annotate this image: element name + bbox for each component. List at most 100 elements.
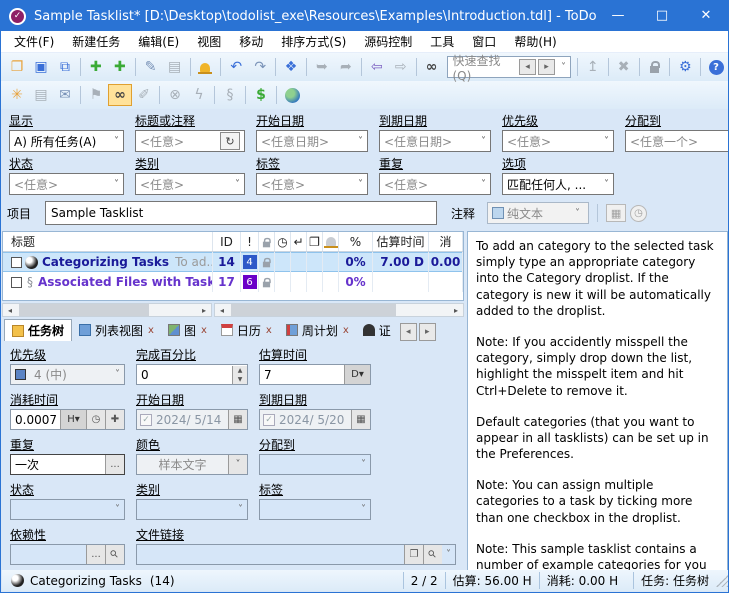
flag-icon[interactable]: ⚑ bbox=[84, 84, 108, 106]
filter-category-combo[interactable]: <任意> ˅ bbox=[135, 173, 245, 195]
nav-back-icon[interactable]: ⇦ bbox=[365, 56, 389, 78]
insert-time-icon[interactable]: ◷ bbox=[630, 205, 647, 222]
password-lock-icon[interactable] bbox=[642, 56, 666, 78]
menu-sort[interactable]: 排序方式(S) bbox=[272, 31, 355, 53]
donate-icon[interactable]: $ bbox=[249, 84, 273, 106]
task-row[interactable]: Categorizing Tasks To ad... 14 4 0% 7.00… bbox=[3, 252, 463, 272]
refresh-icon[interactable]: ↻ bbox=[220, 132, 240, 150]
filter-status-combo[interactable]: <任意> ˅ bbox=[9, 173, 124, 195]
column-recurrence-icon[interactable]: ↵ bbox=[291, 232, 307, 251]
lightning-icon[interactable]: ϟ bbox=[187, 84, 211, 106]
filter-title-input[interactable]: <任意> ↻ bbox=[135, 130, 245, 152]
spent-unit-button[interactable]: H▾ bbox=[60, 410, 86, 429]
tabs-scroll-left-icon[interactable]: ◂ bbox=[400, 323, 417, 341]
filter-due-date-combo[interactable]: <任意日期> ˅ bbox=[379, 130, 491, 152]
priority-combo[interactable]: 4 (中) ˅ bbox=[10, 364, 125, 385]
column-spent[interactable]: 消 bbox=[429, 232, 463, 251]
dependency-input[interactable]: ... ⚲ bbox=[10, 544, 125, 565]
insert-date-icon[interactable]: ▦ bbox=[606, 204, 626, 222]
task-title[interactable]: Categorizing Tasks bbox=[42, 255, 169, 269]
percent-input[interactable]: 0 ▲ ▼ bbox=[136, 364, 248, 385]
filter-start-date-combo[interactable]: <任意日期> ˅ bbox=[256, 130, 368, 152]
task-row[interactable]: § Associated Files with Tasks 17 6 0% bbox=[3, 272, 463, 292]
column-priority-icon[interactable]: ! bbox=[241, 232, 259, 251]
redo-icon[interactable]: ↷ bbox=[248, 56, 272, 78]
sort-icon[interactable]: ↥ bbox=[581, 56, 605, 78]
menu-window[interactable]: 窗口 bbox=[463, 31, 505, 53]
date-checkbox[interactable]: ✓ bbox=[140, 414, 152, 426]
menu-new-task[interactable]: 新建任务 bbox=[63, 31, 129, 53]
ellipsis-button[interactable]: ... bbox=[86, 545, 105, 564]
menu-view[interactable]: 视图 bbox=[188, 31, 230, 53]
menu-tools[interactable]: 工具 bbox=[421, 31, 463, 53]
filter-recurrence-combo[interactable]: <任意> ˅ bbox=[379, 173, 491, 195]
maximize-button[interactable]: □ bbox=[640, 1, 684, 31]
close-tab-icon[interactable]: x bbox=[148, 325, 154, 336]
status-combo[interactable]: ˅ bbox=[10, 499, 125, 520]
estimate-input[interactable]: 7 D▾ bbox=[259, 364, 371, 385]
title-bar[interactable]: ✓ Sample Tasklist* [D:\Desktop\todolist_… bbox=[1, 1, 728, 31]
menu-move[interactable]: 移动 bbox=[230, 31, 272, 53]
scroll-right-icon[interactable]: ▸ bbox=[449, 306, 463, 315]
project-input[interactable]: Sample Tasklist bbox=[45, 201, 437, 225]
column-reminder-icon[interactable] bbox=[323, 232, 339, 251]
tab-week-planner[interactable]: 周计划 x bbox=[279, 319, 356, 341]
browse-folder-icon[interactable]: ❐ bbox=[404, 545, 423, 564]
spin-up-icon[interactable]: ▲ bbox=[233, 366, 247, 375]
move-task-right-icon[interactable]: ➥ bbox=[310, 56, 334, 78]
task-title[interactable]: Associated Files with Tasks bbox=[38, 275, 213, 289]
minimize-button[interactable]: — bbox=[596, 1, 640, 31]
assigned-combo[interactable]: ˅ bbox=[259, 454, 371, 475]
menu-file[interactable]: 文件(F) bbox=[5, 31, 63, 53]
column-estimate[interactable]: 估算时间 bbox=[373, 232, 429, 251]
track-time-icon[interactable]: ◷ bbox=[86, 410, 105, 429]
cleanup-brush-icon[interactable]: ✐ bbox=[132, 84, 156, 106]
due-date-input[interactable]: ✓ 2024/ 5/20 ▦ bbox=[259, 409, 371, 430]
open-tasklist-icon[interactable]: ❐ bbox=[5, 56, 29, 78]
save-all-icon[interactable]: ⧉ bbox=[53, 56, 77, 78]
ellipsis-button[interactable]: ... bbox=[105, 455, 124, 474]
chevron-down-icon[interactable]: ˅ bbox=[557, 62, 570, 73]
cancel-icon[interactable]: ⊗ bbox=[163, 84, 187, 106]
file-link-input[interactable]: ❐ ⚲ ˅ bbox=[136, 544, 456, 565]
new-tasklist-icon[interactable]: ✳ bbox=[5, 84, 29, 106]
tab-list-view[interactable]: 列表视图 x bbox=[72, 319, 161, 341]
print-icon[interactable]: ▤ bbox=[29, 84, 53, 106]
scroll-thumb[interactable] bbox=[231, 304, 396, 316]
task-checkbox[interactable] bbox=[11, 277, 22, 288]
time-spent-input[interactable]: 0.0007 H▾ ◷ ✚ bbox=[10, 409, 125, 430]
add-time-icon[interactable]: ✚ bbox=[105, 410, 124, 429]
scroll-thumb[interactable] bbox=[19, 304, 149, 316]
script-icon[interactable]: § bbox=[218, 84, 242, 106]
email-icon[interactable]: ✉ bbox=[53, 84, 77, 106]
tags-combo[interactable]: ˅ bbox=[259, 499, 371, 520]
tab-task-tree[interactable]: 任务树 bbox=[4, 319, 72, 341]
spinner[interactable]: ▲ ▼ bbox=[232, 366, 247, 384]
chevron-down-icon[interactable]: ˅ bbox=[228, 455, 247, 474]
column-percent[interactable]: % bbox=[339, 232, 373, 251]
resize-grip[interactable] bbox=[716, 575, 728, 587]
filter-show-combo[interactable]: A) 所有任务(A) ˅ bbox=[9, 130, 124, 152]
filter-assigned-combo[interactable]: <任意一个> ˅ bbox=[625, 130, 729, 152]
filter-tags-combo[interactable]: <任意> ˅ bbox=[256, 173, 368, 195]
column-id[interactable]: ID bbox=[213, 232, 241, 251]
tab-calendar[interactable]: 日历 x bbox=[214, 319, 279, 341]
find-prev-icon[interactable]: ◂ bbox=[519, 59, 536, 75]
new-subtask-icon[interactable]: ✚ bbox=[108, 56, 132, 78]
move-task-left-icon[interactable]: ➦ bbox=[334, 56, 358, 78]
column-time-icon[interactable]: ◷ bbox=[275, 232, 291, 251]
spin-down-icon[interactable]: ▼ bbox=[233, 375, 247, 384]
edit-task-icon[interactable]: ✎ bbox=[139, 56, 163, 78]
magnifier-icon[interactable]: ⚲ bbox=[105, 545, 124, 564]
new-task-icon[interactable]: ✚ bbox=[84, 56, 108, 78]
comments-pane[interactable]: To add an category to the selected task … bbox=[467, 231, 728, 571]
column-title[interactable]: 标题 bbox=[3, 232, 213, 251]
calendar-icon[interactable]: ▦ bbox=[351, 410, 370, 429]
scroll-right-icon[interactable]: ▸ bbox=[197, 306, 211, 315]
tab-kanban[interactable]: 证 bbox=[356, 319, 398, 341]
find-tasks-icon[interactable]: ∞ bbox=[420, 56, 444, 78]
link-icon[interactable]: ∞ bbox=[108, 84, 132, 106]
scroll-left-icon[interactable]: ◂ bbox=[215, 306, 229, 315]
close-tab-icon[interactable]: x bbox=[266, 325, 272, 336]
tab-chart[interactable]: 图 x bbox=[161, 319, 214, 341]
